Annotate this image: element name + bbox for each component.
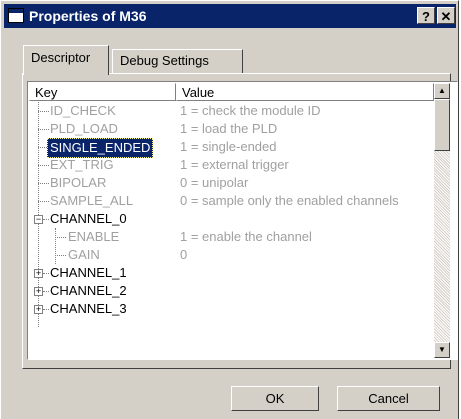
tab-descriptor[interactable]: Descriptor [23, 45, 109, 75]
row-key: CHANNEL_0 [50, 211, 127, 226]
tree-line [38, 183, 49, 184]
row-value: 1 = check the module ID [180, 103, 321, 118]
tree-line [38, 129, 49, 130]
scroll-down-arrow-icon[interactable]: ▼ [434, 342, 450, 358]
window-icon [8, 8, 24, 23]
list-item[interactable]: ENABLE 1 = enable the channel [29, 228, 433, 246]
expand-icon[interactable]: + [34, 269, 43, 278]
row-key: ID_CHECK [50, 103, 116, 118]
column-header-key[interactable]: Key [29, 83, 176, 101]
property-tree-list[interactable]: Key Value ID_CHECK 1 = check the module … [27, 81, 458, 360]
row-key: CHANNEL_2 [50, 283, 127, 298]
vertical-scrollbar[interactable]: ▲ ▼ [434, 83, 450, 358]
list-item[interactable]: BIPOLAR 0 = unipolar [29, 174, 433, 192]
tree-line [43, 219, 49, 220]
row-value: 1 = load the PLD [180, 121, 278, 136]
close-icon[interactable]: ✕ [437, 7, 455, 24]
help-button[interactable]: ? [417, 7, 435, 24]
properties-dialog: Properties of M36 ? ✕ Descriptor Debug S… [0, 0, 459, 419]
row-value: 0 = sample only the enabled channels [180, 193, 399, 208]
row-key: SINGLE_ENDED [47, 138, 154, 158]
list-item[interactable]: ID_CHECK 1 = check the module ID [29, 102, 433, 120]
row-value: 1 = external trigger [180, 157, 289, 172]
row-key: PLD_LOAD [50, 121, 118, 136]
list-item[interactable]: GAIN 0 [29, 246, 433, 264]
row-key: ENABLE [68, 229, 120, 244]
list-item[interactable]: SAMPLE_ALL 0 = sample only the enabled c… [29, 192, 433, 210]
tree-line [38, 165, 49, 166]
row-key: EXT_TRIG [50, 157, 114, 172]
tree-line [55, 255, 66, 256]
row-value: 0 = unipolar [180, 175, 249, 190]
list-item[interactable]: + CHANNEL_2 [29, 282, 433, 300]
tree-line [43, 291, 49, 292]
row-key: SAMPLE_ALL [50, 193, 134, 208]
cancel-button[interactable]: Cancel [337, 386, 440, 411]
list-item[interactable]: PLD_LOAD 1 = load the PLD [29, 120, 433, 138]
row-key: CHANNEL_1 [50, 265, 127, 280]
tree-line [38, 201, 49, 202]
window-title: Properties of M36 [29, 8, 147, 24]
row-key: GAIN [68, 247, 100, 262]
tree-line [38, 111, 49, 112]
expand-icon[interactable]: + [34, 287, 43, 296]
ok-button[interactable]: OK [231, 386, 319, 411]
row-value: 0 [180, 247, 188, 262]
row-key: CHANNEL_3 [50, 301, 127, 316]
tab-debug-settings[interactable]: Debug Settings [112, 49, 243, 73]
list-item-selected[interactable]: SINGLE_ENDED 1 = single-ended [29, 138, 433, 158]
collapse-icon[interactable]: − [34, 215, 43, 224]
row-key: BIPOLAR [50, 175, 107, 190]
tree-line [43, 273, 49, 274]
list-item[interactable]: − CHANNEL_0 [29, 210, 433, 228]
list-item[interactable]: + CHANNEL_1 [29, 264, 433, 282]
scroll-up-arrow-icon[interactable]: ▲ [434, 83, 450, 99]
list-item[interactable]: + CHANNEL_3 [29, 300, 433, 318]
row-value: 1 = single-ended [180, 139, 277, 154]
column-header-value[interactable]: Value [176, 83, 434, 101]
row-value: 1 = enable the channel [180, 229, 312, 244]
title-bar[interactable]: Properties of M36 ? ✕ [4, 4, 456, 28]
tree-line [55, 237, 66, 238]
tree-line [43, 309, 49, 310]
scroll-thumb[interactable] [434, 99, 450, 151]
expand-icon[interactable]: + [34, 305, 43, 314]
list-item[interactable]: EXT_TRIG 1 = external trigger [29, 156, 433, 174]
